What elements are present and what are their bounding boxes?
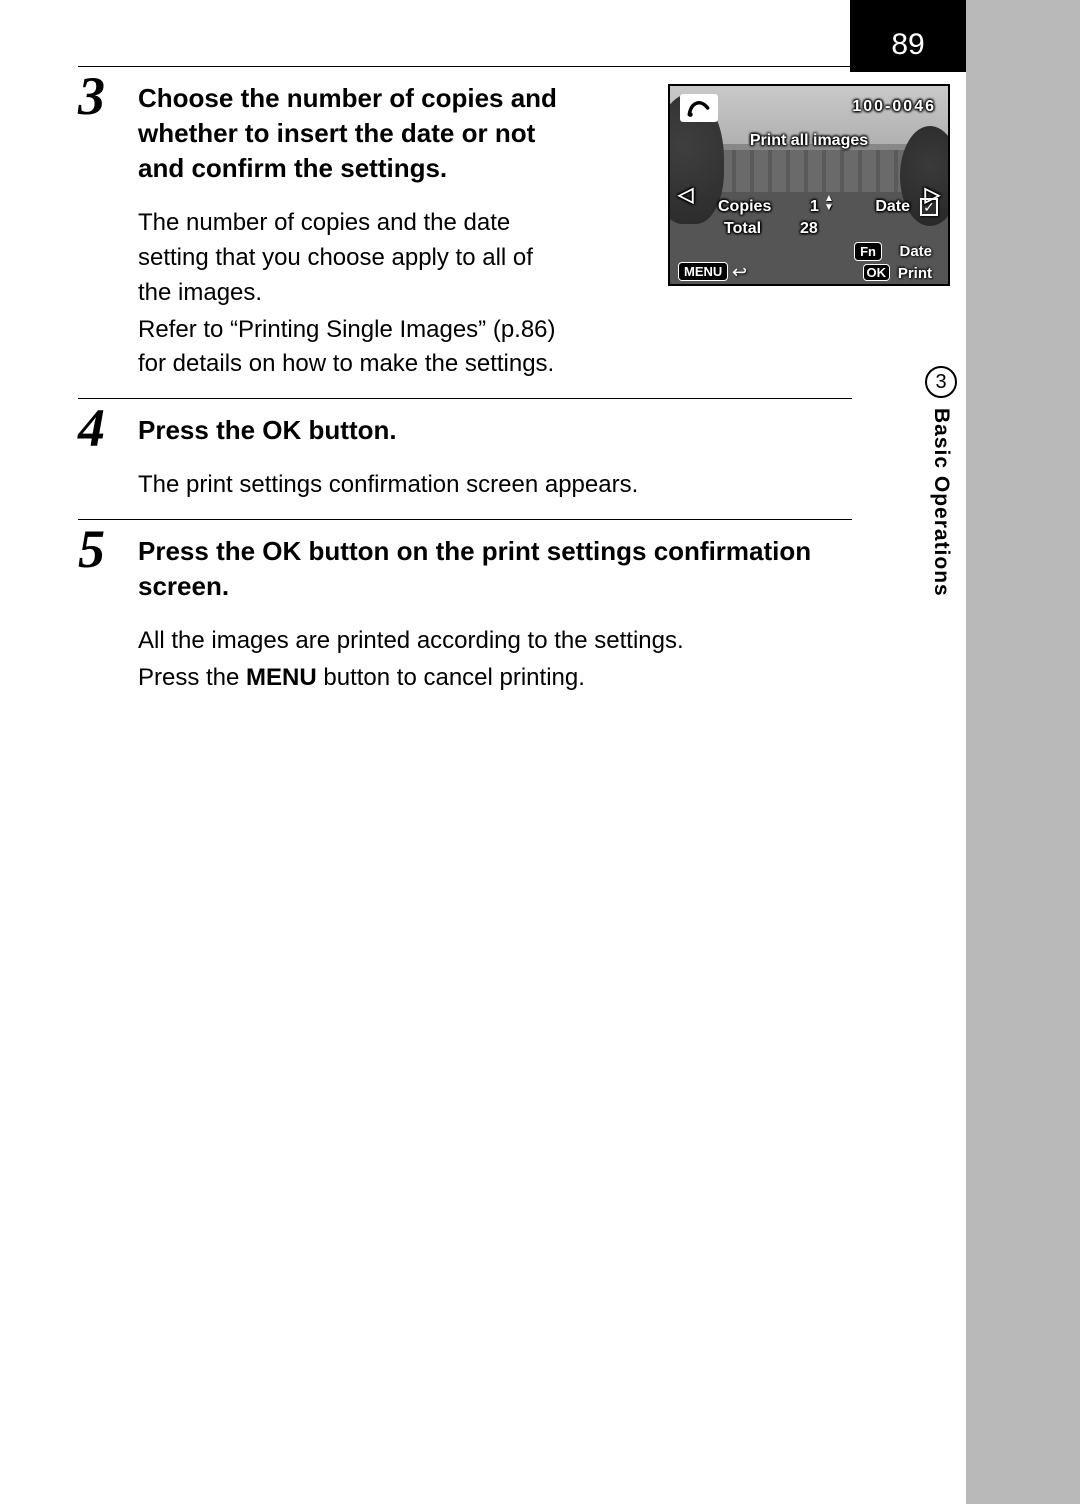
step-body: The number of copies and the date settin…: [138, 206, 558, 382]
ok-button-label: OK: [262, 536, 301, 566]
step-number: 4: [78, 401, 105, 455]
manual-page: 89 3 Basic Operations 100-0046 Print all…: [0, 0, 1080, 1504]
step-body: All the images are printed according to …: [138, 624, 852, 696]
step-body-line: All the images are printed according to …: [138, 624, 852, 659]
lcd-date-checkbox: ✓: [920, 198, 938, 216]
step-body-line: The print settings confirmation screen a…: [138, 468, 852, 503]
lcd-file-number: 100-0046: [852, 98, 936, 116]
step-body-line: Press the MENU button to cancel printing…: [138, 661, 852, 696]
chapter-tab: 3 Basic Operations: [920, 366, 962, 626]
side-gray-bar: [966, 0, 1080, 1504]
step-4: 4 Press the OK button. The print setting…: [78, 399, 852, 519]
content-column: 3 Choose the number of copies and whethe…: [78, 66, 852, 712]
lcd-date-label: Date: [875, 198, 910, 216]
step-3: 3 Choose the number of copies and whethe…: [78, 67, 852, 398]
chapter-title: Basic Operations: [929, 408, 953, 597]
chapter-number-circle: 3: [925, 366, 957, 398]
step-number: 5: [78, 522, 105, 576]
ok-button-label: OK: [262, 415, 301, 445]
step-number: 3: [78, 69, 105, 123]
step-5: 5 Press the OK button on the print setti…: [78, 520, 852, 712]
menu-button-label: MENU: [246, 664, 317, 691]
lcd-ok-action: Print: [898, 265, 932, 282]
lcd-ok-pill: OK: [863, 264, 891, 281]
page-number: 89: [891, 28, 924, 62]
step-body-line: The number of copies and the date settin…: [138, 206, 558, 310]
step-body: The print settings confirmation screen a…: [138, 468, 852, 503]
step-title: Press the OK button.: [138, 413, 852, 448]
step-body-line: Refer to “Printing Single Images” (p.86)…: [138, 313, 558, 383]
lcd-fn-action: Date: [899, 243, 932, 260]
page-number-box: 89: [850, 0, 966, 72]
step-title: Choose the number of copies and whether …: [138, 81, 558, 186]
lcd-fn-pill: Fn: [854, 242, 882, 261]
step-title: Press the OK button on the print setting…: [138, 534, 852, 604]
chapter-number: 3: [935, 371, 946, 394]
